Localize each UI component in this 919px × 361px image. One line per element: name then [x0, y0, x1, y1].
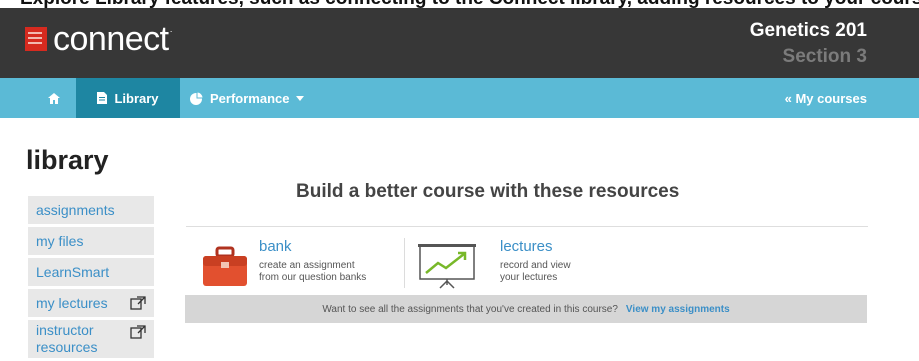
- main-nav: Library Performance « My courses: [0, 78, 919, 118]
- resources-heading: Build a better course with these resourc…: [296, 181, 680, 202]
- banner-text: Want to see all the assignments that you…: [322, 303, 618, 315]
- divider: [186, 226, 868, 227]
- sidebar-item-my-files[interactable]: my files: [28, 227, 154, 255]
- document-icon: [97, 92, 108, 104]
- external-link-icon: [130, 325, 146, 339]
- nav-home-button[interactable]: [32, 78, 76, 118]
- mcgraw-hill-logo-icon: [25, 27, 47, 51]
- toolbox-icon[interactable]: [202, 246, 248, 288]
- app-header: connect · Genetics 201 Section 3: [0, 8, 919, 78]
- sidebar-item-learnsmart[interactable]: LearnSmart: [28, 258, 154, 286]
- question-bank-desc: create an assignment from our question b…: [259, 260, 366, 284]
- connect-logo[interactable]: connect ·: [25, 22, 173, 56]
- lectures-link[interactable]: lectures: [500, 238, 553, 255]
- assignments-banner: Want to see all the assignments that you…: [185, 295, 867, 323]
- desc-line: your lectures: [500, 272, 558, 283]
- sidebar-item-instructor-resources[interactable]: instructor resources: [28, 320, 154, 358]
- library-sidebar: assignments my files LearnSmart my lectu…: [28, 196, 154, 361]
- logo-text: connect: [53, 20, 169, 58]
- resource-separator: [404, 238, 405, 288]
- sidebar-item-label: LearnSmart: [36, 264, 110, 280]
- pie-chart-icon: [190, 91, 203, 105]
- desc-line: record and view: [500, 260, 571, 271]
- nav-performance-label: Performance: [210, 90, 290, 106]
- desc-line: from our question banks: [259, 272, 367, 283]
- page-title: library: [26, 145, 109, 175]
- external-link-icon: [130, 296, 146, 310]
- course-section: Section 3: [782, 46, 867, 67]
- view-my-assignments-link[interactable]: View my assignments: [626, 304, 730, 315]
- sidebar-item-label: my lectures: [36, 295, 108, 311]
- top-clipped-text: Explore Library features, such as connec…: [0, 0, 919, 8]
- sidebar-item-assignments[interactable]: assignments: [28, 196, 154, 224]
- sidebar-item-label: my files: [36, 233, 84, 249]
- lectures-desc: record and view your lectures: [500, 260, 571, 284]
- nav-library-label: Library: [114, 90, 159, 106]
- sidebar-item-label: instructor resources: [36, 322, 98, 355]
- course-title: Genetics 201: [749, 20, 867, 41]
- sidebar-item-my-lectures[interactable]: my lectures: [28, 289, 154, 317]
- nav-tab-performance[interactable]: Performance: [190, 78, 305, 118]
- home-icon: [48, 92, 60, 104]
- chevron-down-icon: [296, 95, 305, 101]
- nav-tab-library[interactable]: Library: [76, 78, 180, 118]
- logo-mark-dot: ·: [169, 26, 173, 36]
- clipped-heading: Explore Library features, such as connec…: [20, 0, 919, 8]
- desc-line: create an assignment: [259, 260, 355, 271]
- sidebar-item-label: assignments: [36, 202, 115, 218]
- my-courses-link[interactable]: « My courses: [785, 78, 867, 118]
- question-bank-link[interactable]: bank: [259, 238, 292, 255]
- presentation-board-icon[interactable]: [418, 243, 476, 289]
